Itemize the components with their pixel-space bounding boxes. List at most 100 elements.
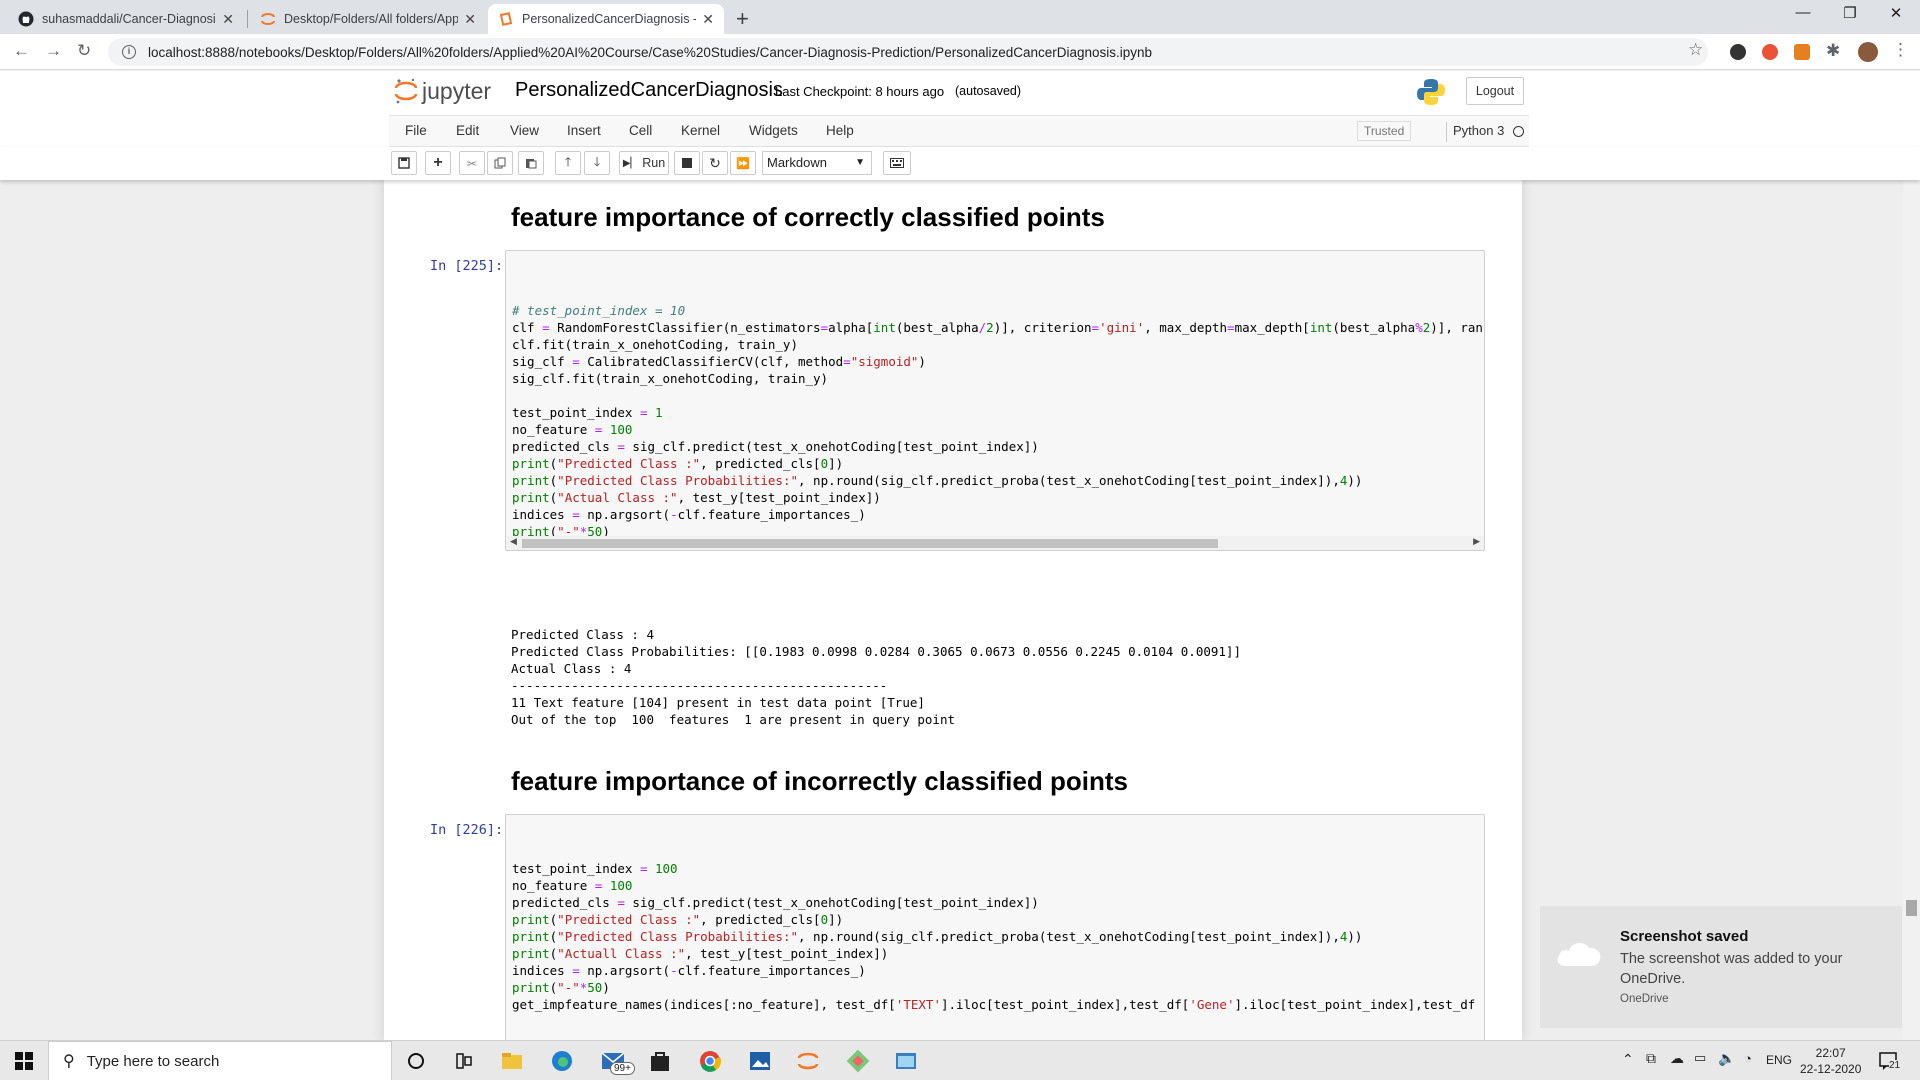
logout-button[interactable]: Logout xyxy=(1466,77,1524,105)
notification-count: 21 xyxy=(1889,1060,1901,1071)
photos-icon[interactable] xyxy=(748,1049,772,1073)
kernel-idle-indicator xyxy=(1513,126,1524,137)
output-line: Predicted Class Probabilities: [[0.1983 … xyxy=(511,644,1241,659)
extension-fire-icon[interactable] xyxy=(1762,44,1778,60)
code-text[interactable]: # test_point_index = 10 clf = RandomFore… xyxy=(512,302,1483,550)
reload-icon[interactable]: ↻ xyxy=(77,41,91,61)
menu-file[interactable]: File xyxy=(405,123,427,138)
menu-kernel[interactable]: Kernel xyxy=(681,123,720,138)
site-info-icon[interactable]: i xyxy=(122,45,136,59)
horizontal-scrollbar[interactable]: ◀ ▶ xyxy=(506,536,1484,550)
paste-icon[interactable] xyxy=(518,151,544,175)
command-palette-icon[interactable] xyxy=(883,151,911,175)
insert-cell-icon[interactable]: + xyxy=(425,151,451,175)
save-icon[interactable] xyxy=(391,151,417,175)
cut-icon[interactable]: ✂ xyxy=(459,151,485,175)
file-explorer-icon[interactable] xyxy=(500,1049,524,1073)
close-tab-icon[interactable]: ✕ xyxy=(702,11,714,28)
taskbar-search[interactable]: ⚲ Type here to search xyxy=(48,1041,392,1080)
tray-app-icon[interactable]: ⧉ xyxy=(1646,1050,1656,1067)
run-icon: ▶▏ xyxy=(622,157,639,169)
notification-toast[interactable]: Screenshot saved The screenshot was adde… xyxy=(1540,906,1902,1028)
windows-taskbar: ⚲ Type here to search 99+ ⌃ ⧉ ☁ ▭ 🔈 ◔ EN… xyxy=(0,1040,1920,1080)
close-tab-icon[interactable]: ✕ xyxy=(222,11,234,28)
move-down-icon[interactable]: 🡓 xyxy=(584,151,610,175)
extension-box-icon[interactable] xyxy=(1794,44,1810,60)
menu-insert[interactable]: Insert xyxy=(567,123,601,138)
move-up-icon[interactable]: 🡑 xyxy=(555,151,581,175)
output-line: 11 Text feature [104] present in test da… xyxy=(511,695,925,710)
battery-icon[interactable]: ▭ xyxy=(1694,1050,1706,1066)
menu-view[interactable]: View xyxy=(510,123,539,138)
menu-edit[interactable]: Edit xyxy=(456,123,479,138)
action-center-icon[interactable]: 21 xyxy=(1878,1050,1901,1072)
menu-help[interactable]: Help xyxy=(826,123,854,138)
trusted-indicator[interactable]: Trusted xyxy=(1357,121,1412,141)
close-window-icon[interactable]: ✕ xyxy=(1873,4,1919,22)
store-icon[interactable] xyxy=(648,1049,672,1073)
address-bar-row: ← → ↻ i localhost:8888/notebooks/Desktop… xyxy=(0,34,1920,70)
chrome-icon[interactable] xyxy=(698,1049,722,1073)
extension-pause-icon[interactable] xyxy=(1730,44,1746,60)
restore-icon[interactable]: ❐ xyxy=(1827,4,1873,22)
input-prompt: In [225]: xyxy=(430,258,504,274)
restart-icon[interactable]: ↻ xyxy=(702,151,728,175)
code-cell-input[interactable]: test_point_index = 100 no_feature = 100 … xyxy=(505,814,1485,1040)
terminal-icon[interactable] xyxy=(894,1049,918,1073)
code-text[interactable]: test_point_index = 100 no_feature = 100 … xyxy=(512,860,1475,1013)
profile-avatar[interactable] xyxy=(1858,42,1878,62)
extensions-puzzle-icon[interactable]: ✱ xyxy=(1826,41,1840,61)
jupyter-taskbar-icon[interactable] xyxy=(796,1049,820,1073)
bookmark-star-icon[interactable]: ☆ xyxy=(1688,40,1703,60)
markdown-heading[interactable]: feature importance of incorrectly classi… xyxy=(511,766,1128,797)
jupyter-logo[interactable]: jupyter xyxy=(394,77,491,105)
search-placeholder: Type here to search xyxy=(86,1052,220,1070)
back-icon[interactable]: ← xyxy=(13,41,30,61)
forward-icon[interactable]: → xyxy=(45,41,62,61)
browser-tab-notebook[interactable]: PersonalizedCancerDiagnosis - Ju ✕ xyxy=(488,4,724,34)
git-client-icon[interactable] xyxy=(846,1049,870,1073)
start-button[interactable] xyxy=(0,1041,48,1080)
task-view-icon[interactable] xyxy=(452,1049,476,1073)
cell-output: Predicted Class : 4 Predicted Class Proba… xyxy=(511,626,1241,728)
github-icon xyxy=(18,11,34,27)
scrollbar-thumb[interactable] xyxy=(522,539,1218,548)
edge-browser-icon[interactable] xyxy=(550,1049,574,1073)
address-bar[interactable]: i localhost:8888/notebooks/Desktop/Folde… xyxy=(108,38,1708,66)
copy-icon[interactable] xyxy=(487,151,513,175)
cortana-icon[interactable] xyxy=(404,1049,428,1073)
menu-cell[interactable]: Cell xyxy=(629,123,652,138)
tray-overflow-icon[interactable]: ⌃ xyxy=(1622,1051,1634,1068)
new-tab-button[interactable]: + xyxy=(736,6,749,32)
last-checkpoint: Last Checkpoint: 8 hours ago xyxy=(775,84,945,99)
scroll-right-icon[interactable]: ▶ xyxy=(1473,536,1480,547)
browser-tab-jupyter-tree[interactable]: Desktop/Folders/All folders/Appl ✕ xyxy=(250,4,486,34)
jupyter-icon xyxy=(261,13,275,25)
language-indicator[interactable]: ENG xyxy=(1766,1053,1792,1067)
interrupt-icon[interactable] xyxy=(674,151,700,175)
onedrive-tray-icon[interactable]: ☁ xyxy=(1670,1050,1684,1067)
menubar: File Edit View Insert Cell Kernel Widget… xyxy=(389,115,1529,147)
wifi-icon[interactable]: ◔ xyxy=(1744,1051,1752,1066)
scroll-left-icon[interactable]: ◀ xyxy=(510,536,517,547)
scrollbar-thumb[interactable] xyxy=(1906,900,1917,916)
volume-icon[interactable]: 🔈 xyxy=(1718,1050,1735,1067)
close-tab-icon[interactable]: ✕ xyxy=(464,11,476,28)
minimize-icon[interactable]: — xyxy=(1780,4,1826,21)
browser-tab-github[interactable]: suhasmaddali/Cancer-Diagnosis- ✕ xyxy=(8,4,244,34)
tab-title: Desktop/Folders/All folders/Appl xyxy=(284,12,459,26)
code-cell-input[interactable]: # test_point_index = 10 clf = RandomFore… xyxy=(505,250,1485,551)
markdown-heading[interactable]: feature importance of correctly classifi… xyxy=(511,202,1105,233)
restart-run-all-icon[interactable]: ⏩ xyxy=(730,151,756,175)
notebook-toolbar: + ✂ 🡑 🡓 ▶▏ Run ↻ ⏩ Markdown ▼ xyxy=(0,147,1920,180)
vertical-scrollbar[interactable] xyxy=(1903,180,1920,1040)
windows-logo-icon xyxy=(15,1052,33,1070)
cell-type-select[interactable]: Markdown ▼ xyxy=(762,151,872,175)
system-clock[interactable]: 22:07 22-12-2020 xyxy=(1800,1045,1861,1077)
jupyter-header: jupyter PersonalizedCancerDiagnosis Last… xyxy=(0,71,1920,115)
browser-menu-icon[interactable]: ⋮ xyxy=(1892,40,1909,60)
notebook-name[interactable]: PersonalizedCancerDiagnosis xyxy=(515,79,783,102)
menu-widgets[interactable]: Widgets xyxy=(749,123,798,138)
kernel-name[interactable]: Python 3 xyxy=(1453,123,1504,138)
run-button[interactable]: ▶▏ Run xyxy=(619,151,669,175)
